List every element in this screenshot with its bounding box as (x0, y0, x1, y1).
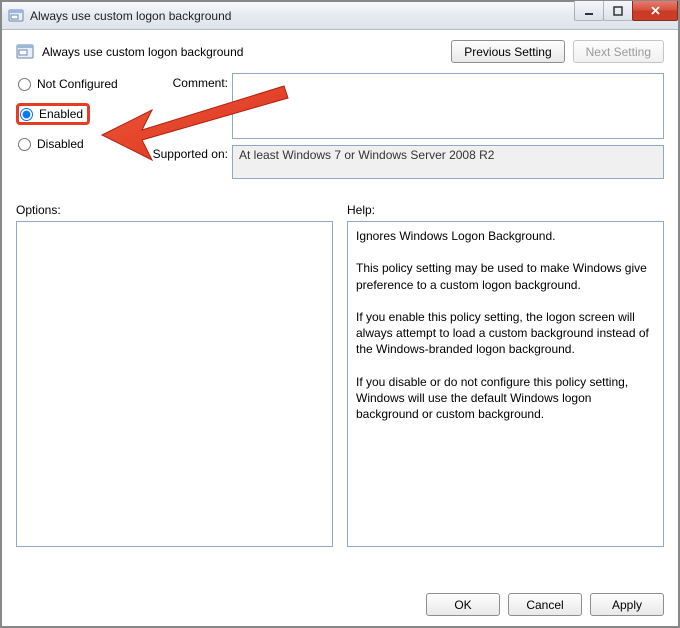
policy-title: Always use custom logon background (42, 45, 243, 59)
help-label: Help: (347, 203, 664, 217)
window-controls (575, 1, 678, 21)
radio-disabled-input[interactable] (18, 138, 31, 151)
window-title: Always use custom logon background (30, 9, 231, 23)
apply-button[interactable]: Apply (590, 593, 664, 616)
next-setting-button[interactable]: Next Setting (573, 40, 664, 63)
policy-header: Always use custom logon background Previ… (2, 30, 678, 69)
title-bar: Always use custom logon background (2, 2, 678, 30)
radio-enabled[interactable]: Enabled (16, 103, 90, 125)
help-pane[interactable]: Ignores Windows Logon Background. This p… (347, 221, 664, 547)
minimize-button[interactable] (574, 1, 604, 21)
radio-not-configured[interactable]: Not Configured (16, 75, 136, 93)
window-icon (8, 8, 24, 24)
close-button[interactable] (632, 1, 678, 21)
help-column: Help: Ignores Windows Logon Background. … (347, 203, 664, 547)
comment-label: Comment: (140, 73, 228, 90)
cancel-button[interactable]: Cancel (508, 593, 582, 616)
dialog-footer: OK Cancel Apply (426, 593, 664, 616)
supported-on-label: Supported on: (140, 145, 228, 161)
radio-not-configured-label: Not Configured (37, 77, 118, 91)
options-column: Options: (16, 203, 333, 547)
comment-textarea[interactable] (232, 73, 664, 139)
policy-icon (16, 43, 34, 61)
options-label: Options: (16, 203, 333, 217)
radio-enabled-label: Enabled (39, 107, 83, 121)
radio-disabled-label: Disabled (37, 137, 84, 151)
maximize-button[interactable] (603, 1, 633, 21)
radio-enabled-input[interactable] (20, 108, 33, 121)
settings-lower: Options: Help: Ignores Windows Logon Bac… (2, 185, 678, 547)
previous-setting-button[interactable]: Previous Setting (451, 40, 564, 63)
settings-upper: Not Configured Enabled Disabled Comment:… (2, 69, 678, 185)
state-radio-group: Not Configured Enabled Disabled (16, 73, 136, 153)
radio-not-configured-input[interactable] (18, 78, 31, 91)
options-pane[interactable] (16, 221, 333, 547)
supported-on-box: At least Windows 7 or Windows Server 200… (232, 145, 664, 179)
supported-on-text: At least Windows 7 or Windows Server 200… (239, 148, 494, 162)
ok-button[interactable]: OK (426, 593, 500, 616)
radio-disabled[interactable]: Disabled (16, 135, 136, 153)
